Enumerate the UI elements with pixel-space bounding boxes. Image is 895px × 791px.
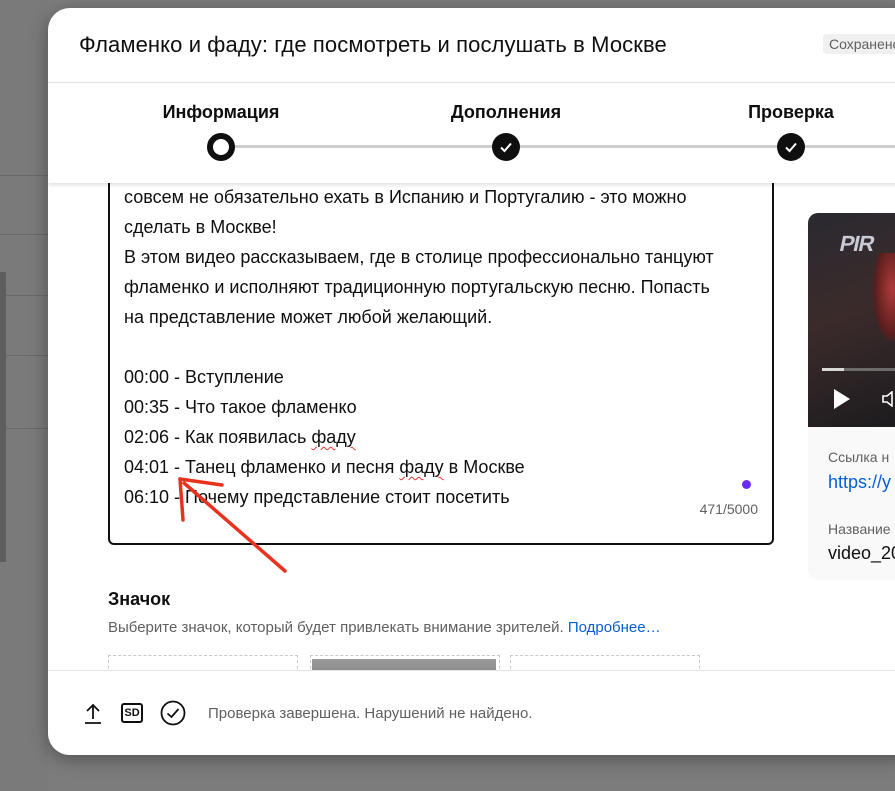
video-link[interactable]: https://y xyxy=(828,472,891,493)
character-counter: 471/5000 xyxy=(699,501,758,517)
grammar-assistant-dot[interactable] xyxy=(742,480,751,489)
background-scrollbar xyxy=(0,272,6,562)
stepper-connector xyxy=(221,145,506,148)
upload-icon[interactable] xyxy=(82,701,104,725)
timestamp-text: 02:06 - Как появилась xyxy=(124,427,312,447)
description-line: сделать в Москве! xyxy=(124,217,277,237)
description-text: совсем не обязательно ехать в Испанию и … xyxy=(124,183,764,512)
saved-status-badge: Сохранено xyxy=(823,34,895,54)
video-progress-bar[interactable] xyxy=(822,368,895,371)
description-line: фламенко и исполняют традиционную португ… xyxy=(124,277,710,297)
background-divider xyxy=(0,295,48,296)
spellcheck-word: фаду xyxy=(311,427,356,447)
background-divider xyxy=(0,355,48,356)
upload-thumbnail-slot[interactable] xyxy=(108,655,298,670)
timestamp-line: 00:35 - Что такое фламенко xyxy=(124,397,357,417)
thumbnail-heading: Значок xyxy=(108,589,171,609)
video-link-label: Ссылка н xyxy=(828,449,890,465)
video-progress-fill xyxy=(822,368,844,371)
video-preview-sign: PIR xyxy=(837,231,877,256)
stepper-connector xyxy=(506,145,791,148)
learn-more-link[interactable]: Подробнее… xyxy=(568,619,661,636)
upload-stepper: Информация Дополнения Проверка xyxy=(48,83,895,183)
description-textarea[interactable]: совсем не обязательно ехать в Испанию и … xyxy=(108,183,774,545)
sd-icon[interactable]: SD xyxy=(121,703,143,723)
step-information-label[interactable]: Информация xyxy=(163,102,280,123)
upload-dialog: Фламенко и фаду: где посмотреть и послуш… xyxy=(48,8,895,755)
timestamp-line: 00:00 - Вступление xyxy=(124,367,284,387)
background-divider xyxy=(0,175,48,176)
volume-icon[interactable] xyxy=(882,391,895,407)
description-line: В этом видео рассказываем, где в столице… xyxy=(124,247,714,267)
timestamp-line: 04:01 - Танец фламенко и песня фаду в Мо… xyxy=(124,452,764,482)
timestamp-text: в Москве xyxy=(443,457,525,477)
step-extras-check-icon[interactable] xyxy=(492,133,520,161)
background-divider xyxy=(0,234,48,235)
video-preview-performer xyxy=(872,253,895,343)
step-extras-label[interactable]: Дополнения xyxy=(451,102,561,123)
step-checks-label[interactable]: Проверка xyxy=(748,102,834,123)
background-page xyxy=(0,0,48,791)
play-icon[interactable] xyxy=(834,389,850,409)
thumbnail-subtitle: Выберите значок, который будет привлекат… xyxy=(108,619,661,636)
filename-value: video_20 xyxy=(828,543,895,563)
spellcheck-word: фаду xyxy=(399,457,444,477)
timestamp-line: 06:10 - Почему представление стоит посет… xyxy=(124,487,510,507)
timestamp-line: 02:06 - Как появилась фаду xyxy=(124,422,764,452)
video-preview-panel: PIR Ссылка н https://y Название video_20 xyxy=(808,213,895,580)
auto-thumbnail-slot[interactable] xyxy=(510,655,700,670)
step-checks-check-icon[interactable] xyxy=(777,133,805,161)
details-content: совсем не обязательно ехать в Испанию и … xyxy=(48,183,895,670)
description-line: совсем не обязательно ехать в Испанию и … xyxy=(124,187,687,207)
dialog-footer: SD Проверка завершена. Нарушений не найд… xyxy=(48,670,895,755)
step-information-current-icon[interactable] xyxy=(207,133,235,161)
dialog-header: Фламенко и фаду: где посмотреть и послуш… xyxy=(48,8,895,83)
video-preview[interactable]: PIR xyxy=(808,213,895,427)
filename-label: Название xyxy=(828,521,891,537)
description-line xyxy=(124,332,764,362)
description-line: на представление может любой желающий. xyxy=(124,307,493,327)
timestamp-text: 04:01 - Танец фламенко и песня xyxy=(124,457,400,477)
stepper-connector xyxy=(791,145,895,148)
dialog-title: Фламенко и фаду: где посмотреть и послуш… xyxy=(79,32,667,57)
auto-thumbnail-image[interactable] xyxy=(312,659,496,670)
thumbnail-subtitle-text: Выберите значок, который будет привлекат… xyxy=(108,619,564,636)
check-circle-icon[interactable] xyxy=(160,700,186,726)
checks-status-text: Проверка завершена. Нарушений не найдено… xyxy=(208,705,533,722)
background-divider xyxy=(0,428,48,429)
